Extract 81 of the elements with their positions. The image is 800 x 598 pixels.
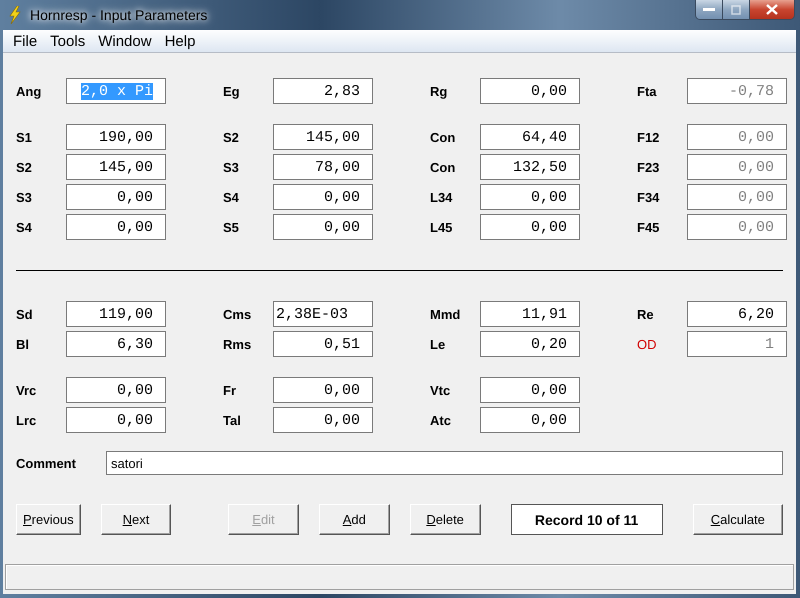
field-label: Ang	[16, 84, 42, 98]
field-label: Cms	[223, 306, 252, 322]
input-field[interactable]: 0,00	[66, 184, 166, 210]
input-field[interactable]: 0,00	[480, 407, 580, 433]
field-label: F45	[637, 220, 660, 234]
field-label: F34	[637, 190, 660, 204]
field-label: S4	[223, 190, 240, 204]
input-field[interactable]: 6,30	[66, 331, 166, 357]
comment-field[interactable]: satori	[106, 451, 783, 475]
field-label: Vrc	[16, 382, 38, 398]
action-button[interactable]: Next	[100, 504, 172, 535]
input-field[interactable]: 78,00	[273, 154, 373, 180]
comment-label: Comment	[16, 456, 77, 470]
input-field[interactable]: 0,00	[480, 184, 580, 210]
menu-item[interactable]: Window	[92, 32, 159, 50]
field-label: Bl	[16, 336, 30, 352]
input-field[interactable]: 145,00	[273, 124, 373, 150]
minimize-icon	[703, 8, 715, 12]
input-field[interactable]: 0,00	[480, 78, 580, 104]
lightning-icon	[8, 6, 22, 24]
input-field[interactable]: 0,00	[66, 407, 166, 433]
window-title: Hornresp - Input Parameters	[30, 7, 208, 23]
field-label: Lrc	[16, 412, 38, 428]
input-field[interactable]: 0,00	[273, 377, 373, 403]
field-label: Rms	[223, 336, 252, 352]
action-button[interactable]: Delete	[410, 504, 481, 535]
field-label: S2	[223, 130, 240, 144]
field-label: Sd	[16, 306, 34, 322]
field-label: S3	[16, 190, 33, 204]
input-field[interactable]: 0,00	[480, 214, 580, 240]
action-button[interactable]: Previous	[16, 504, 81, 535]
input-field[interactable]: 0,51	[273, 331, 373, 357]
field-label: F23	[637, 160, 660, 174]
field-label: Vtc	[430, 382, 452, 398]
input-field[interactable]: 11,91	[480, 301, 580, 327]
close-icon	[766, 4, 778, 15]
input-field[interactable]: 145,00	[66, 154, 166, 180]
input-field[interactable]: 0,00	[66, 377, 166, 403]
field-label: Fta	[637, 84, 658, 98]
input-field[interactable]: 6,20	[687, 301, 787, 327]
record-counter: Record 10 of 11	[510, 504, 663, 535]
input-field[interactable]: 119,00	[66, 301, 166, 327]
maximize-icon	[731, 4, 741, 14]
field-label: L34	[430, 190, 454, 204]
field-label: Atc	[430, 412, 452, 428]
input-field[interactable]: 2,38E-03	[273, 301, 373, 327]
input-field[interactable]: 0,00	[273, 214, 373, 240]
menu-item[interactable]: Tools	[44, 32, 92, 50]
input-field[interactable]: 0,00	[273, 407, 373, 433]
field-label: Mmd	[430, 306, 462, 322]
field-label: Le	[430, 336, 446, 352]
field-label: Rg	[430, 84, 448, 98]
field-label: Fr	[223, 382, 237, 398]
input-field[interactable]: 2,83	[273, 78, 373, 104]
input-field[interactable]: 0,00	[66, 214, 166, 240]
input-field[interactable]: 0,00	[480, 377, 580, 403]
field-label: Con	[430, 160, 456, 174]
input-field[interactable]: 0,00	[273, 184, 373, 210]
field-label: OD	[637, 336, 658, 352]
field-label: L45	[430, 220, 454, 234]
maximize-button[interactable]	[722, 0, 749, 19]
field-label: S4	[16, 220, 33, 234]
field-label: S5	[223, 220, 240, 234]
field-label: Eg	[223, 84, 241, 98]
menu-item[interactable]: Help	[158, 32, 202, 50]
field-label: Re	[637, 306, 655, 322]
input-field[interactable]: 64,40	[480, 124, 580, 150]
field-label: Con	[430, 130, 456, 144]
close-button[interactable]	[749, 0, 794, 19]
field-label: F12	[637, 130, 660, 144]
field-label: S2	[16, 160, 33, 174]
input-field[interactable]: 0,20	[480, 331, 580, 357]
action-button[interactable]: Add	[318, 504, 390, 535]
input-field[interactable]: 132,50	[480, 154, 580, 180]
action-button[interactable]: Calculate	[692, 504, 783, 535]
field-label: S3	[223, 160, 240, 174]
menu-item[interactable]: File	[7, 32, 44, 50]
minimize-button[interactable]	[696, 0, 722, 19]
field-label: S1	[16, 130, 33, 144]
input-field[interactable]: 190,00	[66, 124, 166, 150]
field-label: Tal	[223, 412, 242, 428]
